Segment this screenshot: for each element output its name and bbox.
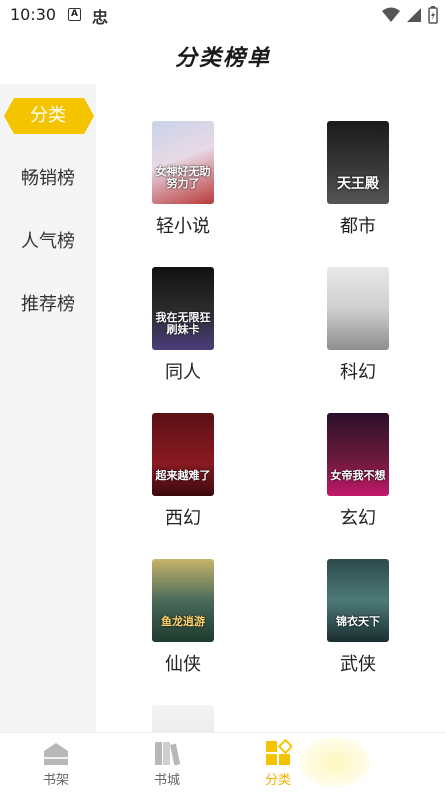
tab-label: 书架 [42, 773, 69, 788]
category-card[interactable]: 科幻 [298, 267, 418, 384]
category-card[interactable]: 天王殿 都市 [298, 121, 418, 238]
category-icon [266, 739, 292, 765]
signal-icon [407, 8, 421, 22]
cover-title: 锦衣天下 [336, 615, 380, 628]
book-cover [327, 267, 389, 350]
cover-title: 超来越难了 [155, 469, 211, 482]
sidebar-item-bestseller[interactable]: 畅销榜 [0, 161, 96, 197]
status-app-icon: 忠 [92, 8, 109, 27]
category-label: 武侠 [340, 654, 376, 675]
book-cover: 锦衣天下 [327, 559, 389, 642]
sidebar-item-category[interactable]: 分类 [0, 98, 96, 134]
category-card[interactable]: 女神好无助努力了 轻小说 [123, 121, 243, 238]
tab-bookstore[interactable]: 书城 [137, 739, 197, 788]
category-label: 西幻 [165, 508, 201, 529]
category-card[interactable]: 锦衣天下 武侠 [298, 559, 418, 676]
category-label: 同人 [165, 362, 201, 383]
tab-label: 书城 [153, 773, 180, 788]
book-cover: 鱼龙逍游 [152, 559, 214, 642]
book-cover: 女帝我不想 [327, 413, 389, 496]
category-card-partial[interactable] [123, 705, 243, 732]
category-label: 都市 [340, 216, 376, 237]
book-cover: 天王殿 [327, 121, 389, 204]
status-indicators [382, 6, 438, 24]
tab-label: 分类 [264, 773, 291, 788]
cover-title: 我在无限狂刷妹卡 [155, 311, 211, 336]
tab-category[interactable]: 分类 [248, 739, 308, 788]
bookstore-icon [155, 742, 181, 766]
book-cover: 女神好无助努力了 [152, 121, 214, 204]
bottom-tab-bar: 书架 书城 分类 [0, 732, 446, 792]
sidebar-item-recommended[interactable]: 推荐榜 [0, 287, 96, 323]
wifi-icon [382, 7, 400, 22]
category-label: 玄幻 [340, 508, 376, 529]
tab-glow [300, 737, 370, 787]
status-time: 10:30 [10, 5, 57, 24]
category-label: 科幻 [340, 362, 376, 383]
category-card[interactable]: 我在无限狂刷妹卡 同人 [123, 267, 243, 384]
cover-title: 女帝我不想 [330, 469, 386, 482]
page-title: 分类榜单 [174, 46, 271, 71]
cover-title: 鱼龙逍游 [161, 615, 205, 628]
tab-bookshelf[interactable]: 书架 [26, 739, 86, 788]
status-a-icon: A [68, 8, 81, 21]
category-label: 仙侠 [165, 654, 201, 675]
status-bar: 10:30 A 忠 [0, 0, 446, 30]
book-cover [152, 705, 214, 732]
battery-icon [428, 6, 438, 24]
book-cover: 超来越难了 [152, 413, 214, 496]
category-label: 轻小说 [156, 216, 210, 237]
cover-title: 女神好无助努力了 [155, 165, 211, 190]
category-card[interactable]: 鱼龙逍游 仙侠 [123, 559, 243, 676]
bookshelf-icon [44, 743, 68, 765]
cover-title: 天王殿 [337, 176, 379, 192]
category-card[interactable]: 女帝我不想 玄幻 [298, 413, 418, 530]
book-cover: 我在无限狂刷妹卡 [152, 267, 214, 350]
sidebar-item-popular[interactable]: 人气榜 [0, 224, 96, 260]
category-sidebar: 分类 畅销榜 人气榜 推荐榜 [0, 84, 96, 732]
category-card[interactable]: 超来越难了 西幻 [123, 413, 243, 530]
